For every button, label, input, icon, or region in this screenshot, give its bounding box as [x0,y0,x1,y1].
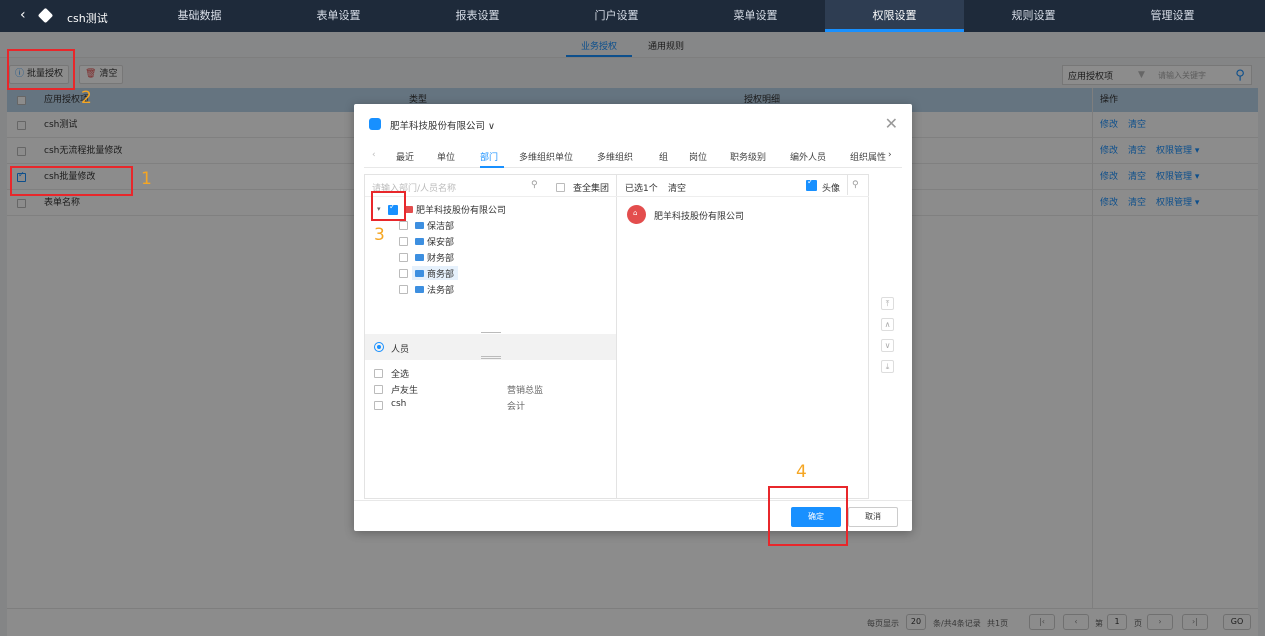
selected-item[interactable]: 肥羊科技股份有限公司 [654,209,744,222]
dialog-header: 肥羊科技股份有限公司 ∨ ✕ [354,104,912,144]
clear-selected-link[interactable]: 清空 [668,181,686,194]
nav-item-basic-data[interactable]: 基础数据 [130,0,269,32]
tree-node[interactable]: 保安部 [427,235,454,248]
nav-item-admin-settings[interactable]: 管理设置 [1103,0,1242,32]
nav-item-report-settings[interactable]: 报表设置 [408,0,547,32]
right-panel: 已选1个 清空 ✓ 头像 ⚲ ⌂ 肥羊科技股份有限公司 [616,174,869,499]
dept-checkbox[interactable] [399,269,408,278]
highlight-box-step1 [10,166,133,196]
folder-icon [415,254,424,261]
dept-checkbox[interactable] [399,285,408,294]
highlight-box-step4 [768,486,848,546]
all-group-checkbox[interactable] [556,183,565,192]
tree-node[interactable]: 保洁部 [427,219,454,232]
tab-external-staff[interactable]: 编外人员 [790,150,826,163]
tab-unit[interactable]: 单位 [437,150,455,163]
tabs-next-icon[interactable]: › [888,150,892,160]
person-title: 会计 [507,402,526,412]
person-section-label: 人员 [391,345,410,355]
person-name: 卢友生 [391,386,419,396]
dept-checkbox[interactable] [399,221,408,230]
app-logo-icon [37,7,54,24]
resize-handle[interactable] [481,356,501,359]
move-bottom-icon[interactable]: ⤓ [881,360,894,373]
dept-checkbox[interactable] [399,253,408,262]
folder-icon [415,270,424,277]
search-icon[interactable]: ⚲ [852,180,859,190]
tree-node[interactable]: 法务部 [427,283,454,296]
left-panel: 请输入部门/人员名称 ⚲ 查全集团 ▾ ✓ 肥羊科技股份有限公司 保洁部 保安部… [364,174,617,499]
person-name: csh [391,399,407,409]
tree-node[interactable]: 商务部 [427,267,454,280]
folder-icon [415,286,424,293]
person-name: 全选 [391,370,410,380]
tab-job-level[interactable]: 职务级别 [730,150,766,163]
nav-item-permission-settings[interactable]: 权限设置 [825,0,964,32]
move-up-icon[interactable]: ∧ [881,318,894,331]
step-number-4: 4 [796,462,807,482]
step-number-3: 3 [374,225,385,245]
divider [847,175,848,195]
folder-icon [415,222,424,229]
org-picker-dialog: 肥羊科技股份有限公司 ∨ ✕ ‹ 最近 单位 部门 多维组织单位 多维组织 组 … [354,104,912,531]
picker-tabs: ‹ 最近 单位 部门 多维组织单位 多维组织 组 岗位 职务级别 编外人员 组织… [364,144,902,168]
cancel-button[interactable]: 取消 [848,507,898,527]
nav-item-portal-settings[interactable]: 门户设置 [547,0,686,32]
nav-item-menu-settings[interactable]: 菜单设置 [686,0,825,32]
search-icon[interactable]: ⚲ [531,180,538,190]
highlight-box-step2 [7,49,75,90]
main-menu: 基础数据 表单设置 报表设置 门户设置 菜单设置 权限设置 规则设置 管理设置 [130,0,1242,32]
home-glyph-icon: ⌂ [633,209,638,217]
tab-org-attribute[interactable]: 组织属性 [850,150,886,163]
step-number-2: 2 [81,88,92,108]
avatar-toggle-label: 头像 [822,184,841,194]
tab-group[interactable]: 组 [659,150,668,163]
highlight-box-step3 [371,191,406,221]
active-tab-indicator [480,166,504,168]
top-nav: ‹ csh测试 基础数据 表单设置 报表设置 门户设置 菜单设置 权限设置 规则… [0,0,1265,32]
tabs-prev-icon[interactable]: ‹ [372,150,376,160]
move-down-icon[interactable]: ∨ [881,339,894,352]
app-title: csh测试 [67,12,108,25]
tab-position[interactable]: 岗位 [689,150,707,163]
tab-department[interactable]: 部门 [480,150,498,163]
selected-count: 已选1个 [625,184,658,194]
tab-recent[interactable]: 最近 [396,150,414,163]
person-checkbox[interactable] [374,401,383,410]
person-checkbox[interactable] [374,385,383,394]
tab-multi-dim-org[interactable]: 多维组织 [597,150,633,163]
order-controls: ⤒ ∧ ∨ ⤓ [881,297,895,381]
check-icon: ✓ [807,177,814,186]
all-group-label: 查全集团 [573,184,610,194]
step-number-1: 1 [141,169,152,189]
divider [616,196,869,197]
back-icon[interactable]: ‹ [20,8,26,22]
folder-icon [415,238,424,245]
org-switcher[interactable]: 肥羊科技股份有限公司 ∨ [390,118,495,132]
tab-multi-dim-unit[interactable]: 多维组织单位 [519,150,573,163]
nav-item-rule-settings[interactable]: 规则设置 [964,0,1103,32]
person-title: 营销总监 [507,386,544,396]
org-icon [369,118,381,130]
nav-item-form-settings[interactable]: 表单设置 [269,0,408,32]
tree-root-label[interactable]: 肥羊科技股份有限公司 [416,203,506,216]
dept-checkbox[interactable] [399,237,408,246]
move-top-icon[interactable]: ⤒ [881,297,894,310]
person-radio[interactable] [374,342,384,352]
select-all-people-checkbox[interactable] [374,369,383,378]
tree-node[interactable]: 财务部 [427,251,454,264]
close-icon[interactable]: ✕ [885,114,898,133]
